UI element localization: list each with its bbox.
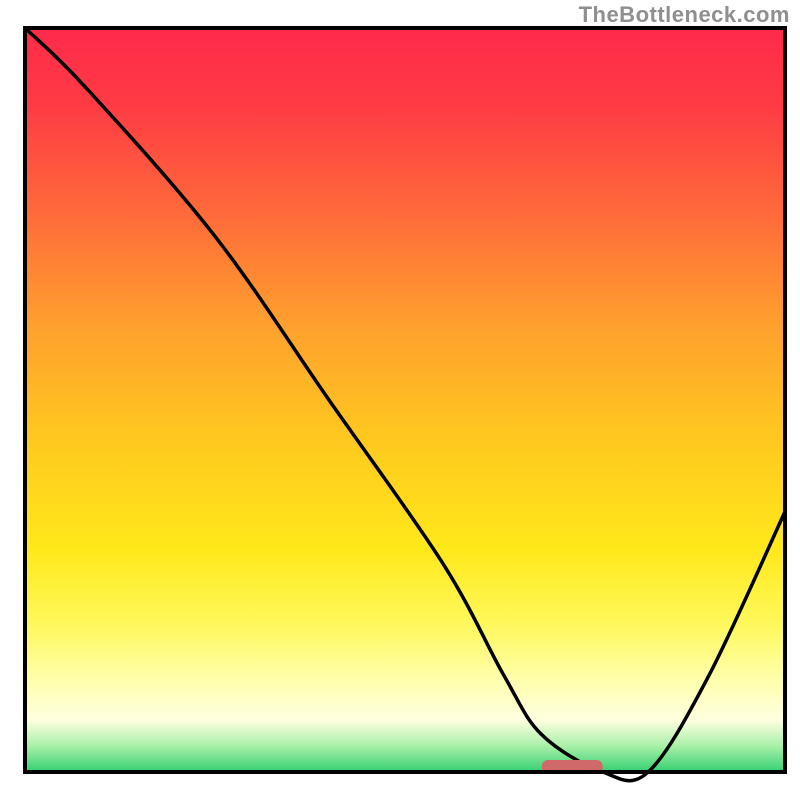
plot-background xyxy=(25,28,785,772)
watermark-text: TheBottleneck.com xyxy=(579,2,790,28)
chart-svg xyxy=(0,0,800,800)
plot-area xyxy=(25,28,785,781)
chart-canvas: TheBottleneck.com xyxy=(0,0,800,800)
